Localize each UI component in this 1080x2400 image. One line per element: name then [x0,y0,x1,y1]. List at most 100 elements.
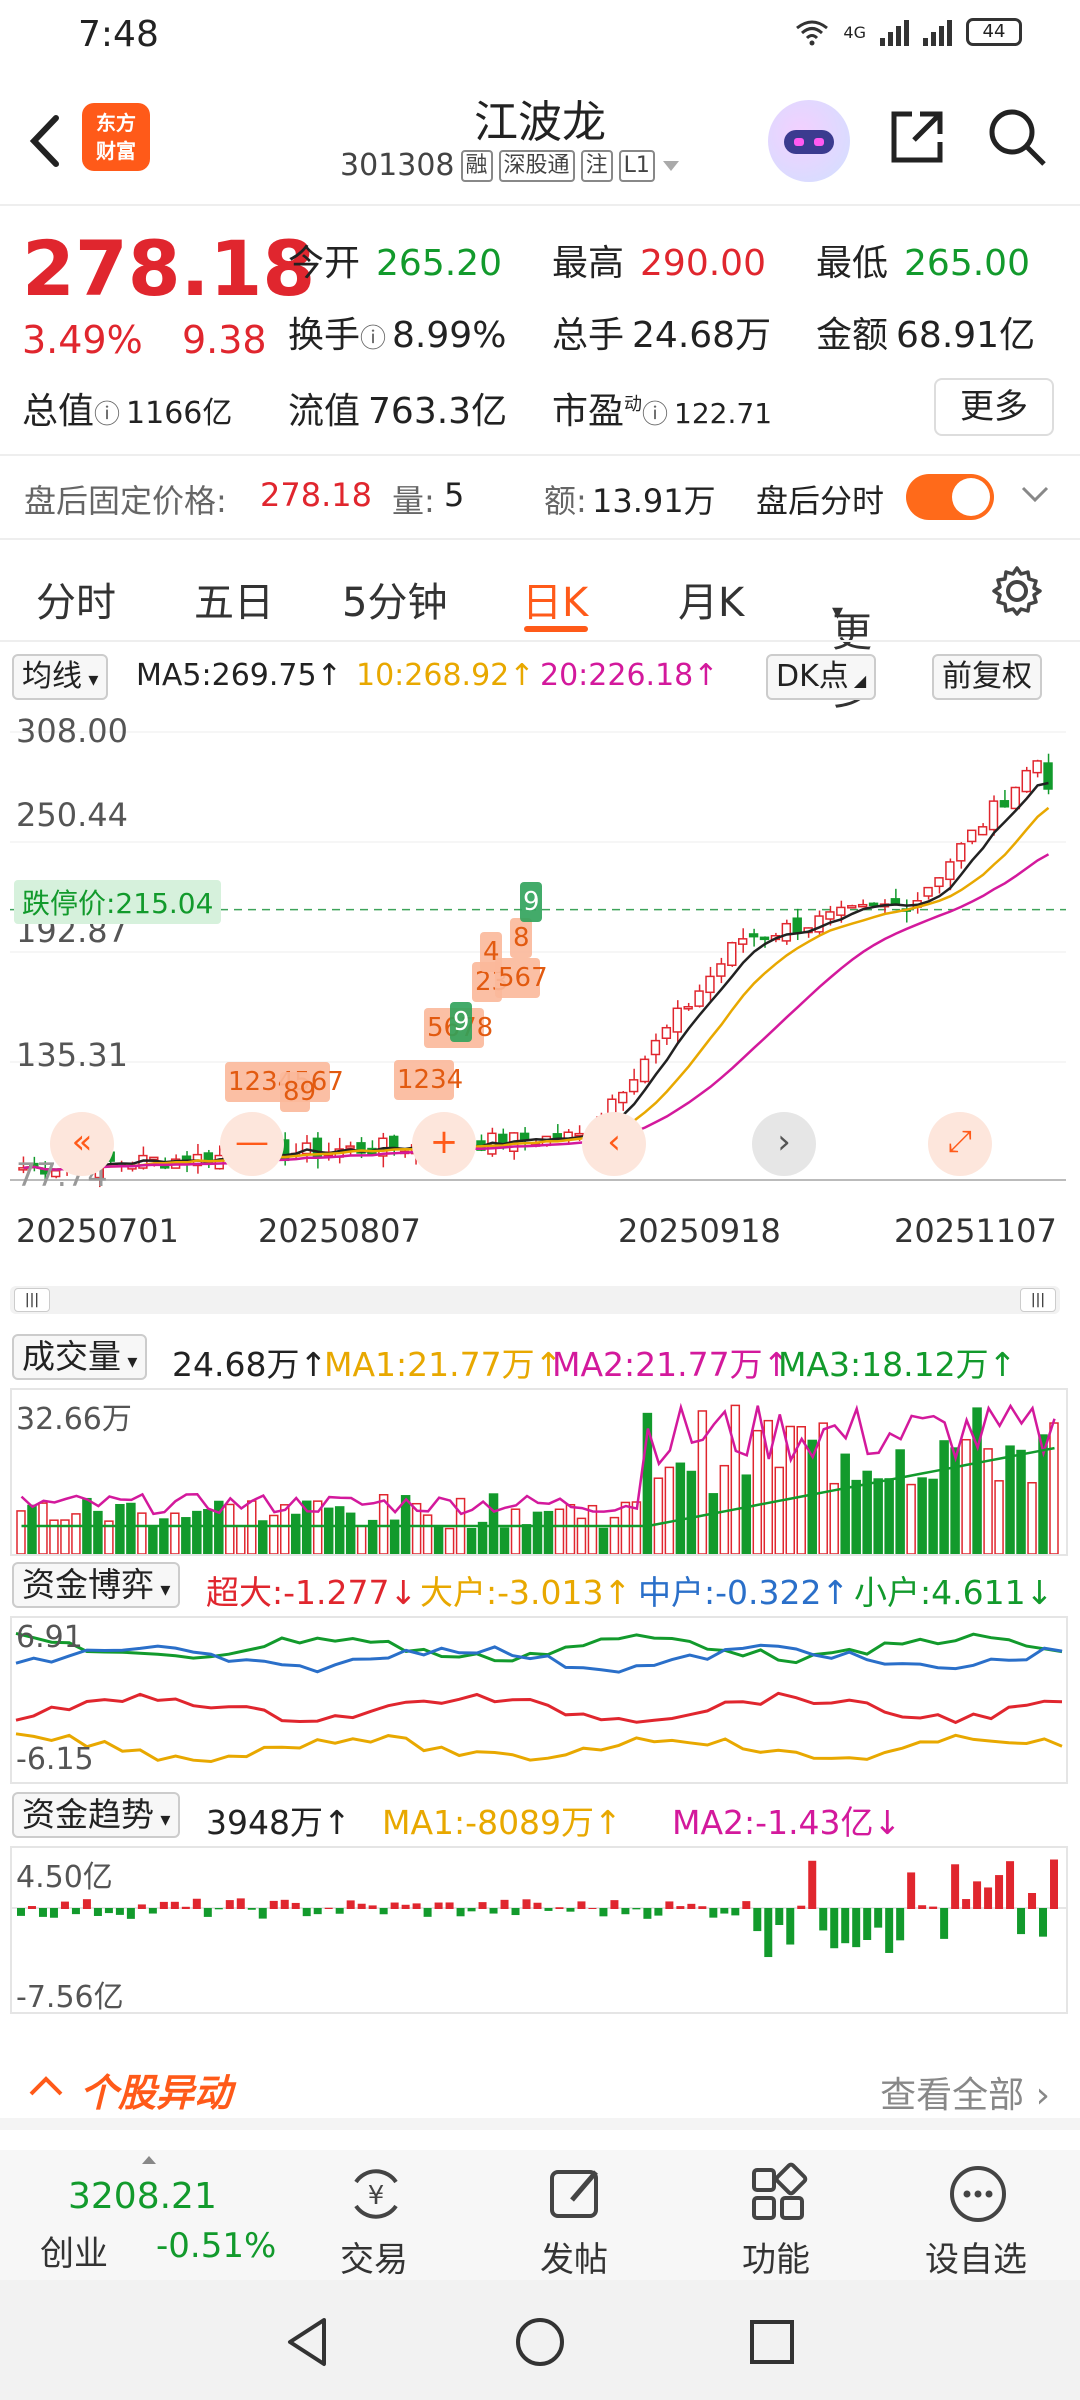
volume-bar [686,1470,697,1555]
float-value: 763.3亿 [368,391,508,432]
volume-bar [598,1527,609,1555]
info-icon[interactable]: ⓘ [642,400,668,430]
fund-trend-bar [885,1908,894,1953]
mid-line [15,1643,1063,1674]
fund-trend-bar [434,1902,443,1909]
fund-trend-bar [962,1899,971,1909]
nav-recent-icon[interactable] [744,2314,800,2370]
volume-bar [345,1512,356,1555]
ma-selector[interactable]: 均线 ▾ [12,654,109,700]
after-hours-toggle-label: 盘后分时 [756,482,885,520]
assistant-avatar[interactable] [768,100,850,182]
wifi-icon [796,20,829,46]
volume-bar [620,1501,631,1555]
volume-bar [488,1493,499,1555]
fund-trend-bar [995,1875,1004,1909]
fast-back-button[interactable]: « [50,1112,114,1176]
volume-cell: 总手 24.68万 [552,315,772,356]
volume-svg [16,1402,1059,1555]
fund-trend-bar [159,1901,168,1909]
info-icon[interactable]: ⓘ [94,400,120,430]
kline-chart[interactable]: 12345678912345678923456789 308.00 250.44… [10,702,1066,1202]
more-button[interactable]: 更多 [934,378,1054,436]
post-button[interactable]: 发帖 [474,2150,674,2280]
volume-bar [159,1518,169,1555]
small-value: 小户:4.611↓ [854,1573,1054,1612]
volume-bar [653,1477,664,1555]
tab-intraday[interactable]: 分时 [36,570,116,628]
edit-icon [550,2170,598,2218]
turnover-value: 8.99% [392,315,507,356]
tab-5min[interactable]: 5分钟 [342,570,447,628]
tab-monthly-k[interactable]: 月K [678,570,744,628]
candle-body [748,933,759,938]
volume-bar [477,1521,488,1555]
stock-code-row: 301308 融 深股通 注 L1 [340,148,681,183]
next-button[interactable]: › [752,1112,816,1176]
ma-legend: 均线 ▾ MA5:269.75↑ 10:268.92↑ 20:226.18↑ D… [0,650,1080,702]
index-widget[interactable]: 3208.21 创业 -0.51% [20,2150,290,2280]
nav-home-icon[interactable] [512,2314,568,2370]
after-hours-toggle[interactable] [906,474,994,520]
candle-body [727,942,737,967]
change-amount: 9.38 [182,318,267,362]
fund-trend-bar [1006,1861,1015,1909]
gear-icon[interactable] [990,564,1044,618]
index-value: 3208.21 [68,2176,217,2217]
fund-trend-selector[interactable]: 资金趋势 ▾ [12,1792,181,1838]
divider [0,640,1080,642]
nav-back-icon[interactable] [280,2314,336,2370]
scroll-handle-right[interactable]: ||| [1020,1288,1056,1312]
fund-trend-bar [38,1908,47,1917]
range-scrollbar[interactable]: ||| ||| [10,1286,1060,1314]
candle-body [836,906,846,916]
tab-daily-k[interactable]: 日K [522,570,588,628]
prev-button[interactable]: ‹ [582,1112,646,1176]
adjust-button[interactable]: 前复权 [932,654,1042,700]
function-button[interactable]: 功能 [676,2150,876,2280]
trade-button[interactable]: ¥ 交易 [274,2150,474,2280]
candle-body [759,936,770,941]
high-cell: 最高 290.00 [552,243,766,284]
status-icons: 4G 44 [795,18,1022,46]
search-icon[interactable] [984,104,1050,170]
tag-note: 注 [580,149,613,182]
volume-bar [961,1438,971,1555]
zoom-out-button[interactable]: — [220,1112,284,1176]
large-line [15,1732,1063,1764]
date-2: 20250807 [258,1212,421,1250]
fund-trend-bar [918,1905,927,1909]
fullscreen-icon[interactable]: ⤢ [928,1112,992,1176]
fund-trend-bar [544,1908,553,1911]
share-icon[interactable] [884,104,950,170]
fund-game-selector[interactable]: 资金博弈 ▾ [12,1562,181,1608]
zoom-in-button[interactable]: + [412,1112,476,1176]
volume-bar [565,1503,576,1555]
dk-point-button[interactable]: DK点 ◢ [766,654,877,700]
robot-icon [784,130,834,154]
info-icon[interactable]: ⓘ [360,324,386,354]
view-all-link[interactable]: 查看全部 › [880,2066,1050,2118]
candle-body [857,903,868,908]
fund-trend-bar [731,1908,740,1916]
after-hours-price: 278.18 [260,476,372,514]
volume-bar [203,1509,213,1555]
amount-value: 68.91亿 [896,315,1036,356]
scroll-handle-left[interactable]: ||| [14,1288,50,1312]
fund-trend-bar [511,1908,520,1916]
volume-bar [510,1508,521,1555]
volume-selector[interactable]: 成交量 ▾ [12,1334,148,1380]
volume-bar [71,1513,81,1555]
tab-5day[interactable]: 五日 [194,570,274,628]
stock-alert-title: 个股异动 [80,2071,233,2115]
chevron-down-icon[interactable] [1020,484,1050,504]
fund-trend-bar [368,1905,377,1909]
dropdown-icon[interactable] [661,159,681,173]
fund-trend-bar [940,1908,949,1939]
add-watchlist-button[interactable]: 设自选 [876,2150,1076,2280]
candle-body [825,911,835,920]
volume-chart: 32.66万 [10,1388,1068,1556]
volume-bar [356,1525,367,1555]
ma20-value: 20:226.18↑ [540,658,719,693]
candle-body [792,917,802,934]
